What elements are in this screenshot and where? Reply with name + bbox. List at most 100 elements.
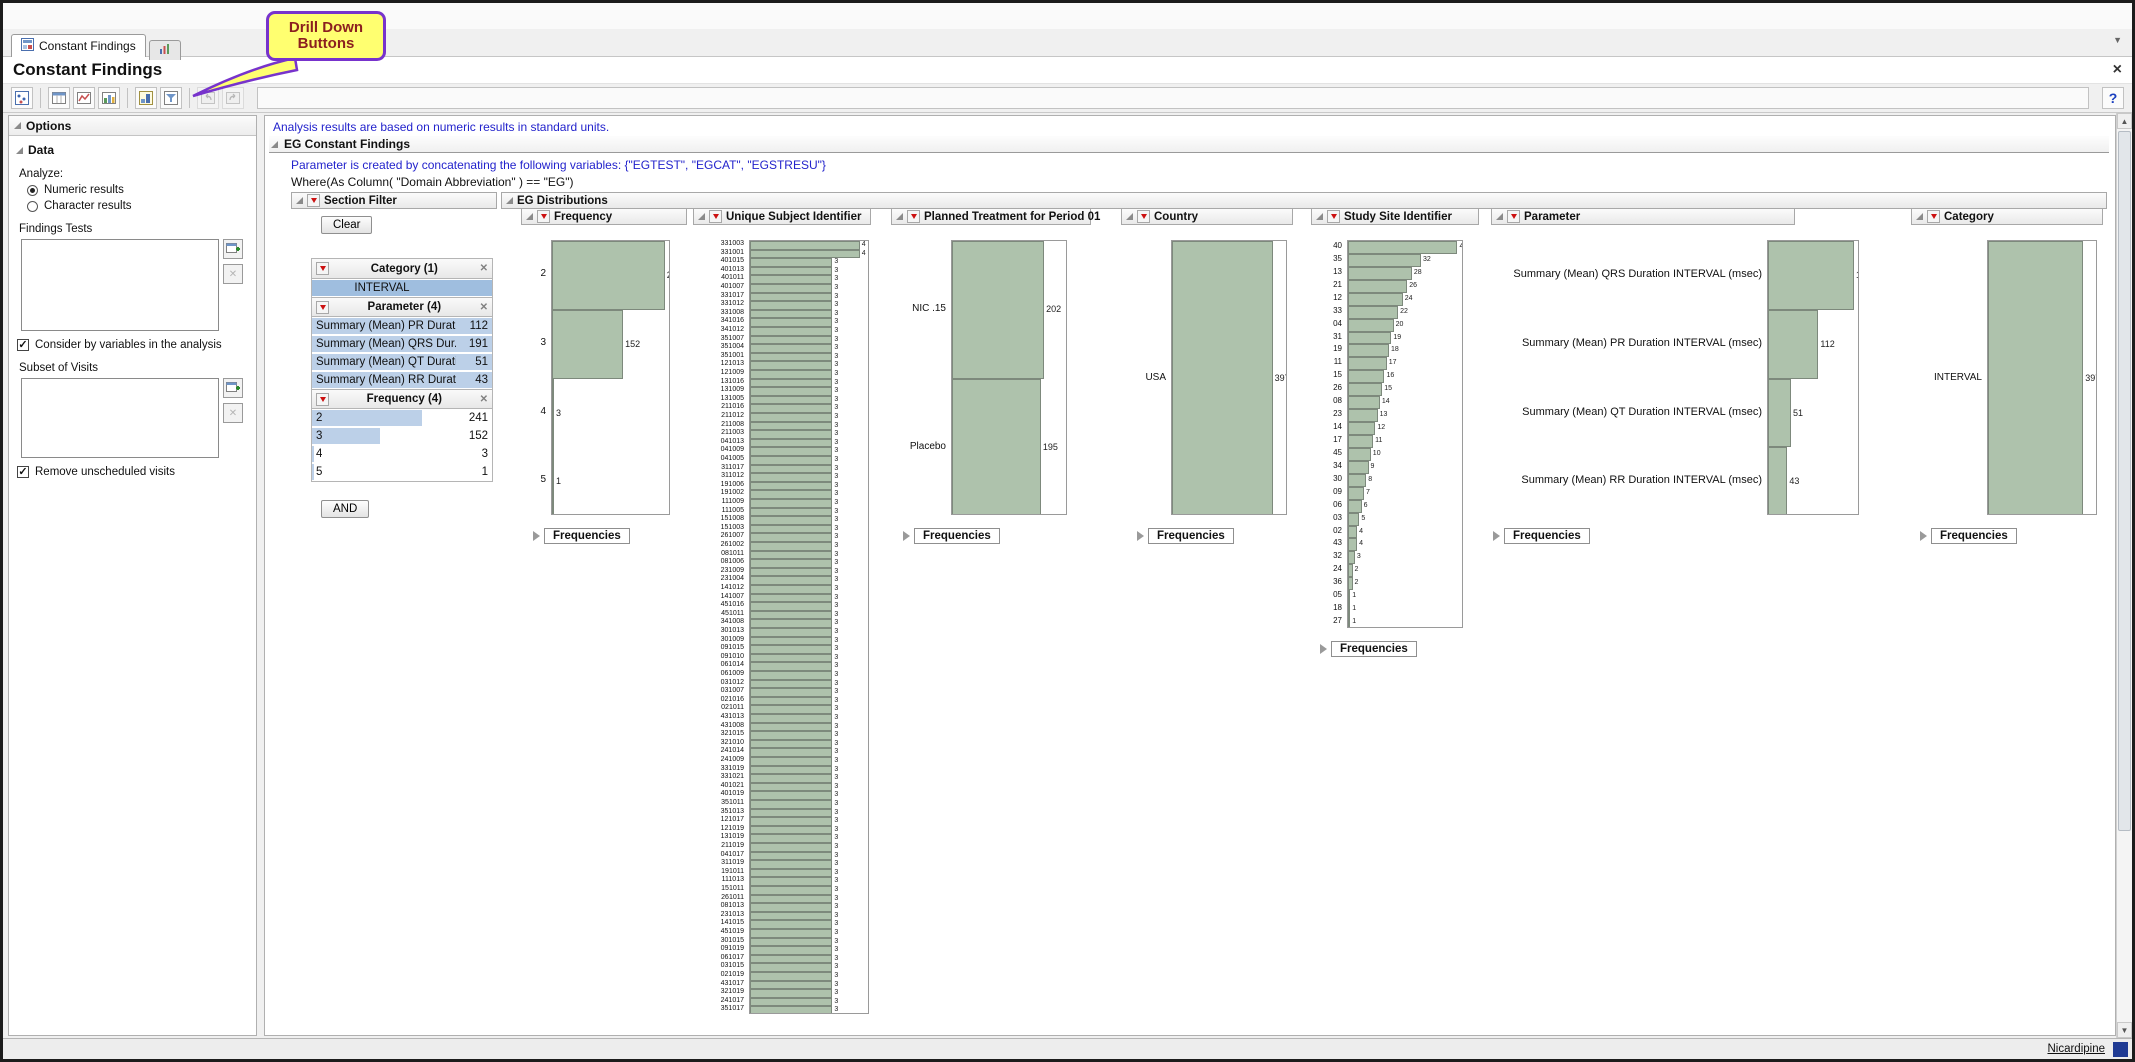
histogram-bar[interactable]: [750, 301, 832, 310]
histogram-bar[interactable]: [750, 860, 832, 869]
histogram-bar[interactable]: [1348, 526, 1357, 539]
histogram-bar[interactable]: [1988, 241, 2083, 515]
histogram-bar[interactable]: [750, 275, 832, 284]
checkbox-checked-icon[interactable]: ✓: [17, 339, 29, 351]
chart-header-category[interactable]: Category: [1911, 208, 2103, 225]
disclosure-closed-icon[interactable]: [1320, 644, 1327, 654]
histogram-bar[interactable]: [750, 731, 832, 740]
histogram-bar[interactable]: [750, 602, 832, 611]
histogram-bar[interactable]: [750, 748, 832, 757]
histogram-bar[interactable]: [750, 662, 832, 671]
disclosure-closed-icon[interactable]: [1920, 531, 1927, 541]
status-link[interactable]: Nicardipine: [2047, 1043, 2105, 1055]
histogram-bar[interactable]: [750, 336, 832, 345]
histogram-bar[interactable]: [1348, 332, 1391, 345]
histogram-bar[interactable]: [750, 946, 832, 955]
histogram-bar[interactable]: [750, 723, 832, 732]
scroll-down-icon[interactable]: ▼: [2117, 1022, 2132, 1038]
histogram-bar[interactable]: [750, 895, 832, 904]
add-findings-tests-button[interactable]: [223, 239, 243, 259]
disclosure-open-icon[interactable]: [698, 213, 705, 220]
disclosure-closed-icon[interactable]: [533, 531, 540, 541]
histogram-bar[interactable]: [750, 912, 832, 921]
histogram-bar[interactable]: [750, 250, 860, 259]
histogram-bar[interactable]: [750, 826, 832, 835]
chart-header-planned-treatment-for-period-01[interactable]: Planned Treatment for Period 01: [891, 208, 1091, 225]
histogram-bar[interactable]: [750, 542, 832, 551]
histogram-bar[interactable]: [1348, 319, 1394, 332]
histogram-bar[interactable]: [750, 422, 832, 431]
histogram-bar[interactable]: [1348, 409, 1378, 422]
histogram-bar[interactable]: [1348, 306, 1398, 319]
histogram-bar[interactable]: [750, 499, 832, 508]
vertical-scrollbar[interactable]: ▲ ▼: [2116, 113, 2132, 1038]
report-icon[interactable]: [11, 87, 33, 109]
histogram-bar[interactable]: [750, 353, 832, 362]
histogram-bar[interactable]: [952, 241, 1044, 379]
subset-of-visits-list[interactable]: [21, 378, 219, 458]
histogram-bar[interactable]: [1348, 513, 1359, 526]
frequencies-button-country[interactable]: Frequencies: [1137, 528, 1234, 544]
histogram-bar[interactable]: [750, 981, 832, 990]
histogram-bar[interactable]: [1768, 447, 1787, 515]
histogram-bar[interactable]: [750, 817, 832, 826]
radio-character-results[interactable]: Character results: [27, 200, 256, 212]
histogram-bar[interactable]: [750, 869, 832, 878]
radio-unselected-icon[interactable]: [27, 201, 38, 212]
histogram-bar[interactable]: [552, 310, 623, 379]
histogram-bar[interactable]: [750, 482, 832, 491]
chart-menu-icon[interactable]: [907, 210, 920, 223]
histogram-bar[interactable]: [552, 447, 554, 515]
histogram-bar[interactable]: [750, 258, 832, 267]
options-header[interactable]: Options: [9, 116, 256, 136]
histogram-bar[interactable]: [750, 379, 832, 388]
histogram-bar[interactable]: [750, 877, 832, 886]
histogram-bar[interactable]: [750, 576, 832, 585]
histogram-bar[interactable]: [750, 594, 832, 603]
histogram-bar[interactable]: [1348, 500, 1362, 513]
histogram-bar[interactable]: [1348, 383, 1382, 396]
histogram-bar[interactable]: [750, 508, 832, 517]
histogram-bar[interactable]: [750, 490, 832, 499]
histogram-bar[interactable]: [750, 611, 832, 620]
histogram-bar[interactable]: [750, 396, 832, 405]
chart-menu-icon[interactable]: [1927, 210, 1940, 223]
histogram-bar[interactable]: [750, 929, 832, 938]
histogram-bar[interactable]: [750, 525, 832, 534]
histogram-bar[interactable]: [1348, 293, 1403, 306]
histogram-bar[interactable]: [750, 559, 832, 568]
add-visits-button[interactable]: [223, 378, 243, 398]
chart-header-frequency[interactable]: Frequency: [521, 208, 687, 225]
histogram-bar[interactable]: [1172, 241, 1273, 515]
help-button[interactable]: ?: [2102, 87, 2124, 109]
histogram-bar[interactable]: [750, 757, 832, 766]
disclosure-closed-icon[interactable]: [1493, 531, 1500, 541]
histogram-bar[interactable]: [750, 774, 832, 783]
histogram-bar[interactable]: [750, 705, 832, 714]
histogram-bar[interactable]: [750, 809, 832, 818]
histogram-bar[interactable]: [750, 628, 832, 637]
histogram-bar[interactable]: [750, 465, 832, 474]
tab-chart[interactable]: [149, 40, 181, 60]
tab-constant-findings[interactable]: Constant Findings: [11, 34, 146, 57]
histogram-bar[interactable]: [1348, 551, 1355, 564]
histogram-bar[interactable]: [1348, 422, 1375, 435]
subjects-table-icon[interactable]: [48, 87, 70, 109]
histogram-bar[interactable]: [750, 533, 832, 542]
filter-chart-icon[interactable]: [160, 87, 182, 109]
histogram-bar[interactable]: [750, 456, 832, 465]
histogram-bar[interactable]: [750, 998, 832, 1007]
histogram-bar[interactable]: [952, 379, 1041, 516]
scrollbar-thumb[interactable]: [2118, 131, 2131, 831]
frequencies-button-planned-treatment-for-period-01[interactable]: Frequencies: [903, 528, 1000, 544]
histogram-bar[interactable]: [750, 834, 832, 843]
histogram-bar[interactable]: [750, 714, 832, 723]
disclosure-open-icon[interactable]: [1496, 213, 1503, 220]
chart-menu-icon[interactable]: [1507, 210, 1520, 223]
histogram-bar[interactable]: [750, 551, 832, 560]
histogram-bar[interactable]: [750, 843, 832, 852]
radio-selected-icon[interactable]: [27, 185, 38, 196]
histogram-bar[interactable]: [750, 740, 832, 749]
chart-header-country[interactable]: Country: [1121, 208, 1293, 225]
histogram-bar[interactable]: [750, 327, 832, 336]
